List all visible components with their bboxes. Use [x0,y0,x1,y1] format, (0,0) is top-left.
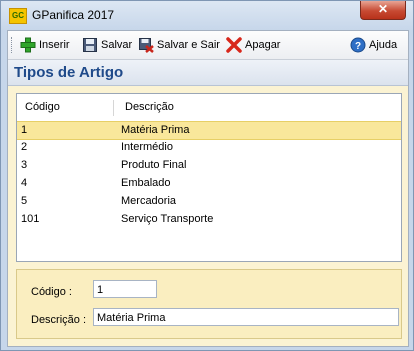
toolbar-grip[interactable] [11,37,15,53]
article-types-list[interactable]: Código Descrição 1 Matéria Prima 2 Inter… [16,93,402,262]
cell-description: Mercadoria [121,195,177,207]
cell-code: 2 [21,141,28,153]
client-area: Inserir Salvar Salvar e Sair Apagar ? Aj… [7,30,409,347]
page-title: Tipos de Artigo [14,64,124,81]
table-row[interactable]: 3 Produto Final [17,157,401,174]
delete-label: Apagar [245,39,281,51]
code-label: Código : [31,286,72,298]
close-button[interactable]: ✕ [360,1,406,20]
cell-code: 1 [21,124,28,136]
help-icon: ? [350,37,366,53]
table-row[interactable]: 5 Mercadoria [17,193,401,210]
table-row[interactable]: 2 Intermédio [17,139,401,156]
save-button[interactable]: Salvar [82,36,132,54]
help-button[interactable]: ? Ajuda [350,36,397,54]
save-exit-button[interactable]: Salvar e Sair [138,36,220,54]
column-separator[interactable] [113,100,114,116]
column-header-code[interactable]: Código [25,101,60,113]
code-field[interactable]: 1 [93,280,157,298]
cell-description: Embalado [121,177,171,189]
heading-bar: Tipos de Artigo [8,60,408,86]
title-bar[interactable]: GC GPanifica 2017 ✕ [1,1,413,29]
list-header: Código Descrição [17,100,401,116]
insert-label: Inserir [39,39,70,51]
svg-text:?: ? [355,41,361,52]
table-row[interactable]: 101 Serviço Transporte [17,211,401,228]
cell-description: Produto Final [121,159,187,171]
cell-code: 5 [21,195,28,207]
close-icon: ✕ [377,2,389,16]
help-label: Ajuda [369,39,398,51]
window-title: GPanifica 2017 [32,8,115,22]
cell-description: Serviço Transporte [121,213,214,225]
save-icon [83,38,97,52]
app-window: GC GPanifica 2017 ✕ Inserir Salvar Salva… [0,0,414,351]
delete-button[interactable]: Apagar [226,36,280,54]
table-row[interactable]: 1 Matéria Prima [17,121,401,140]
delete-icon [226,37,242,53]
table-row[interactable]: 4 Embalado [17,175,401,192]
detail-form: Código : 1 Descrição : Matéria Prima [16,269,402,339]
cell-description: Matéria Prima [121,124,190,136]
insert-button[interactable]: Inserir [20,36,70,54]
column-header-description[interactable]: Descrição [125,101,174,113]
cell-code: 3 [21,159,28,171]
description-label: Descrição : [31,314,87,326]
cell-code: 101 [21,213,40,225]
app-icon: GC [9,8,27,24]
save-label: Salvar [101,39,133,51]
description-field[interactable]: Matéria Prima [93,308,399,326]
add-icon [20,37,36,53]
cell-code: 4 [21,177,28,189]
toolbar: Inserir Salvar Salvar e Sair Apagar ? Aj… [8,31,408,60]
save-exit-label: Salvar e Sair [157,39,220,51]
save-exit-icon [139,38,154,53]
cell-description: Intermédio [121,141,173,153]
